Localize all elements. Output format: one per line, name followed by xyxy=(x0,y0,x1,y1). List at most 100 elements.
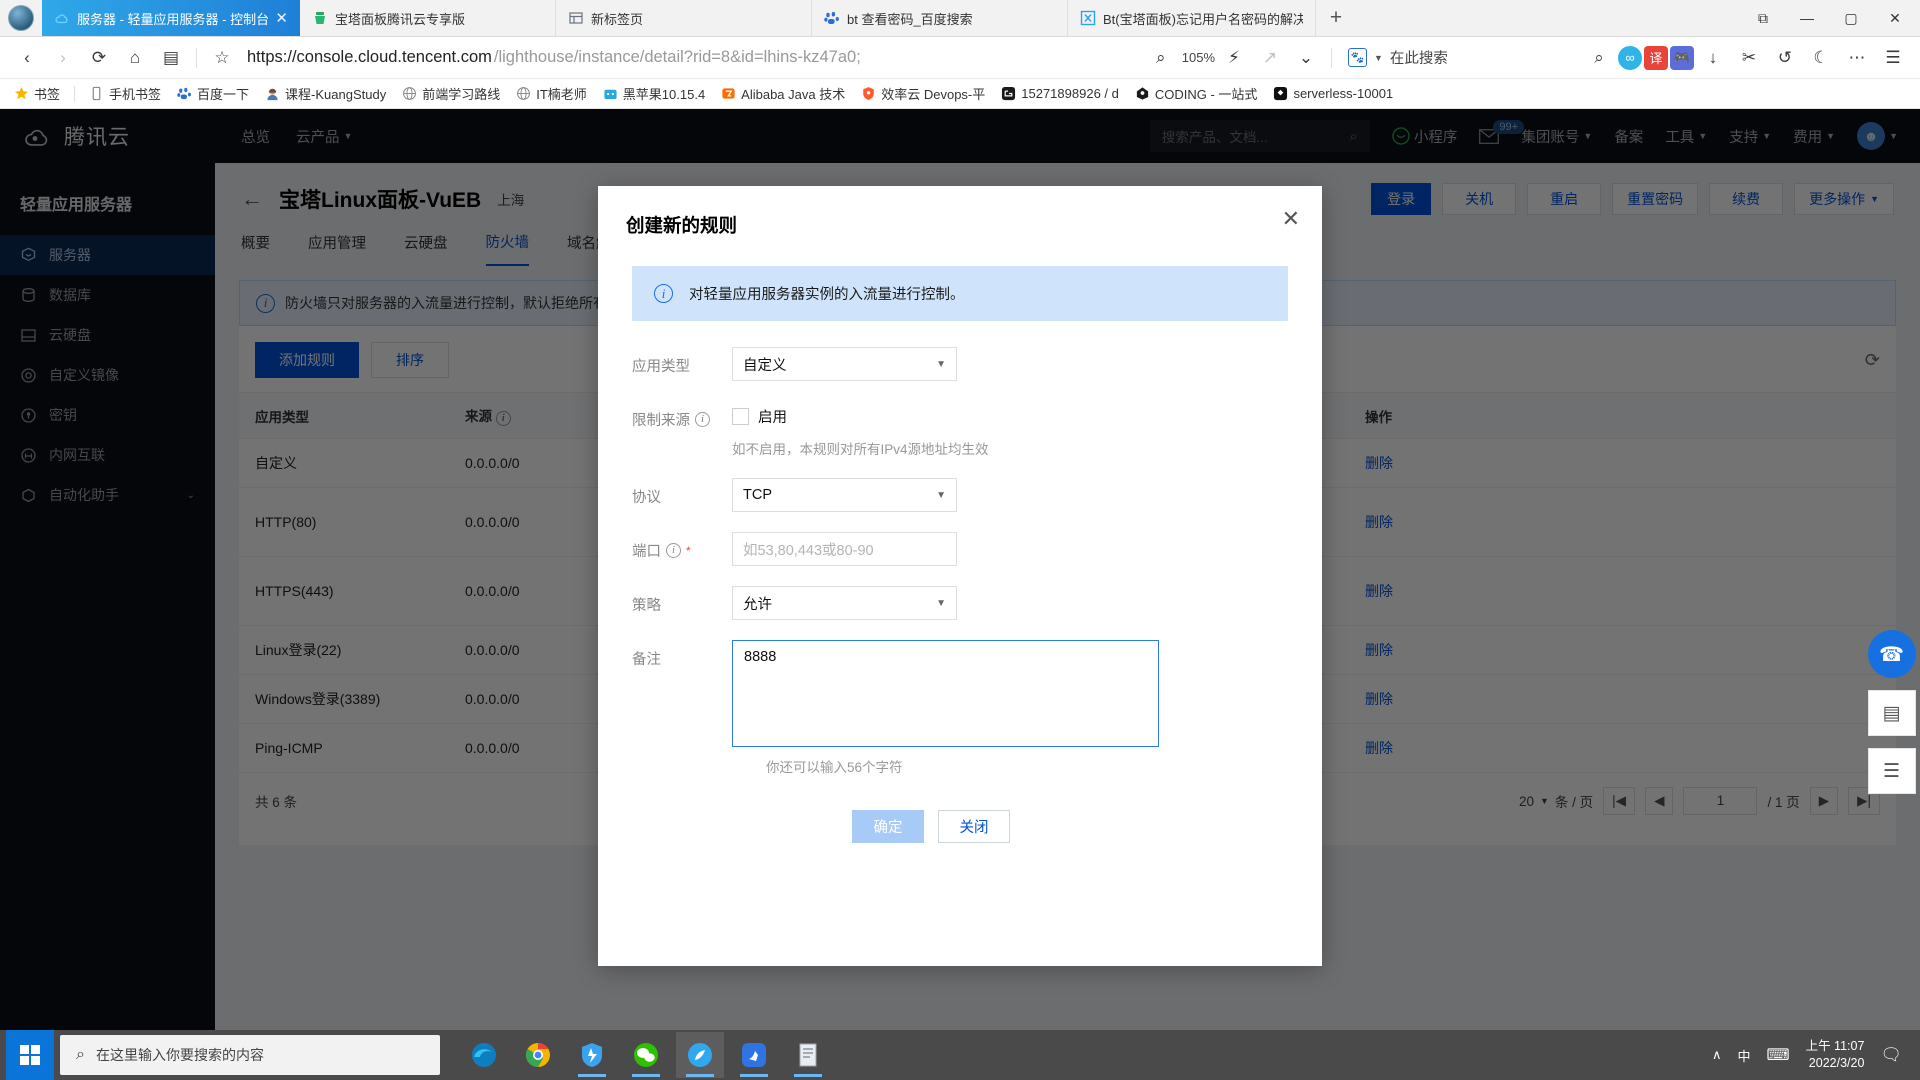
bookmark-star-icon[interactable]: ☆ xyxy=(205,41,239,75)
bookmark-item-5[interactable]: IT楠老师 xyxy=(510,82,593,105)
dark-mode-icon[interactable]: ☾ xyxy=(1804,41,1838,75)
headset-icon[interactable]: ☎ xyxy=(1868,630,1916,678)
taskbar-app-wechat[interactable] xyxy=(622,1032,670,1078)
browser-tab-3[interactable]: bt 查看密码_百度搜索 xyxy=(812,0,1068,36)
port-input[interactable]: 如53,80,443或80-90 xyxy=(732,532,957,566)
window-maximize-icon[interactable]: ▢ xyxy=(1830,1,1872,35)
taskbar-app-edge[interactable] xyxy=(460,1032,508,1078)
phone-icon xyxy=(89,86,104,101)
reading-list-icon[interactable]: ▤ xyxy=(154,41,188,75)
window-close-icon[interactable]: ✕ xyxy=(1874,1,1916,35)
window-restore-small-icon[interactable]: ⧉ xyxy=(1742,1,1784,35)
wechat-icon xyxy=(632,1041,660,1069)
taskbar-search[interactable]: ⌕ 在这里输入你要搜索的内容 xyxy=(60,1035,440,1075)
browser-tab-2[interactable]: 新标签页 xyxy=(556,0,812,36)
close-icon[interactable]: ✕ xyxy=(1282,208,1300,230)
bookmark-item-8[interactable]: 效率云 Devops-平 xyxy=(855,82,991,105)
browser-tab-0[interactable]: 服务器 - 轻量应用服务器 - 控制台 ✕ xyxy=(42,0,300,36)
zoom-icon[interactable]: ⌕ xyxy=(1144,41,1178,75)
chevron-down-icon: ▼ xyxy=(936,490,946,501)
chevron-down-icon[interactable]: ▼ xyxy=(1374,53,1383,63)
ime-indicator[interactable]: 中 xyxy=(1737,1046,1750,1065)
search-icon[interactable]: ⌕ xyxy=(1582,41,1616,75)
game-icon[interactable]: 🎮 xyxy=(1670,46,1694,70)
translate-icon[interactable]: 译 xyxy=(1644,46,1668,70)
back-icon[interactable]: ‹ xyxy=(10,41,44,75)
confirm-button[interactable]: 确定 xyxy=(852,810,924,843)
menu-icon[interactable]: ☰ xyxy=(1876,41,1910,75)
home-icon[interactable]: ⌂ xyxy=(118,41,152,75)
tools-icon[interactable]: ✂ xyxy=(1732,41,1766,75)
bookmark-item-9[interactable]: 15271898926 / d xyxy=(995,84,1125,103)
app-type-select[interactable]: 自定义 ▼ xyxy=(732,347,957,381)
chrome-icon xyxy=(524,1041,552,1069)
share-icon[interactable]: ↗ xyxy=(1253,41,1287,75)
bookmark-item-10[interactable]: CODING - 一站式 xyxy=(1129,82,1264,105)
keyboard-icon[interactable]: ⌨ xyxy=(1766,1045,1789,1065)
taskbar-app-chrome[interactable] xyxy=(514,1032,562,1078)
taskbar-search-placeholder: 在这里输入你要搜索的内容 xyxy=(96,1045,264,1065)
bookmark-label: Alibaba Java 技术 xyxy=(741,84,845,103)
bookmark-item-1[interactable]: 手机书签 xyxy=(83,82,167,105)
qq-browser-icon xyxy=(686,1041,714,1069)
enable-checkbox[interactable] xyxy=(732,408,749,425)
info-icon[interactable]: i xyxy=(695,412,710,427)
forward-icon[interactable]: › xyxy=(46,41,80,75)
info-icon[interactable]: i xyxy=(666,543,681,558)
search-input[interactable]: 在此搜索 xyxy=(1390,47,1448,68)
download-icon[interactable]: ↓ xyxy=(1696,41,1730,75)
clock[interactable]: 上午 11:07 2022/3/20 xyxy=(1806,1038,1865,1072)
address-bar[interactable]: https://console.cloud.tencent.com /light… xyxy=(241,41,1142,75)
history-icon[interactable]: ↺ xyxy=(1768,41,1802,75)
cancel-button[interactable]: 关闭 xyxy=(938,810,1010,843)
remark-textarea[interactable]: 8888 xyxy=(732,640,1159,747)
lightning-icon[interactable]: ⚡ xyxy=(1217,41,1251,75)
notifications-icon[interactable]: 🗨 xyxy=(1880,1045,1902,1065)
search-engine-box[interactable]: 🐾 ▼ 在此搜索 xyxy=(1340,41,1580,75)
bookmark-item-7[interactable]: Alibaba Java 技术 xyxy=(715,82,851,105)
taskbar-app-360[interactable] xyxy=(568,1032,616,1078)
bookmark-item-11[interactable]: serverless-10001 xyxy=(1267,84,1399,103)
bookmark-item-6[interactable]: 黑苹果10.15.4 xyxy=(597,82,711,105)
baidu-search-icon[interactable]: 🐾 xyxy=(1348,48,1367,67)
browser-tab-title: Bt(宝塔面板)忘记用户名密码的解决方 xyxy=(1103,9,1303,28)
globe-icon xyxy=(402,86,417,101)
globe-icon xyxy=(516,86,531,101)
bookmark-item-0[interactable]: 书签 xyxy=(8,82,66,105)
info-icon: i xyxy=(654,284,673,303)
browser-tab-1[interactable]: 宝塔面板腾讯云专享版 xyxy=(300,0,556,36)
protocol-label: 协议 xyxy=(632,478,732,507)
list-icon[interactable]: ☰ xyxy=(1868,748,1916,794)
bookmark-label: 百度一下 xyxy=(197,84,249,103)
taskbar-app-bird[interactable] xyxy=(730,1032,778,1078)
tab-close-icon[interactable]: ✕ xyxy=(275,11,288,26)
bird-icon xyxy=(740,1041,768,1069)
bookmark-item-3[interactable]: 课程-KuangStudy xyxy=(259,82,392,105)
limit-source-checkbox-row[interactable]: 启用 xyxy=(732,401,989,427)
zoom-level-label: 105% xyxy=(1182,50,1215,65)
tray-chevron-icon[interactable]: ∧ xyxy=(1712,1047,1722,1063)
bookmark-item-2[interactable]: 百度一下 xyxy=(171,82,255,105)
taskbar-app-notepad[interactable] xyxy=(784,1032,832,1078)
protocol-select[interactable]: TCP ▼ xyxy=(732,478,957,512)
window-controls: ⧉ — ▢ ✕ xyxy=(1742,0,1920,36)
reload-icon[interactable]: ⟳ xyxy=(82,41,116,75)
dialog-header: 创建新的规则 ✕ xyxy=(598,186,1322,238)
new-tab-grid-icon xyxy=(568,10,584,26)
avatar-icon xyxy=(265,86,280,101)
policy-select[interactable]: 允许 ▼ xyxy=(732,586,957,620)
book-icon[interactable]: ▤ xyxy=(1868,690,1916,736)
taskbar-app-qq-browser[interactable] xyxy=(676,1032,724,1078)
new-tab-button[interactable]: + xyxy=(1316,0,1356,36)
bookmark-label: 书签 xyxy=(34,84,60,103)
toolbar-divider-2 xyxy=(1331,48,1332,68)
collect-icon[interactable]: ∞ xyxy=(1618,46,1642,70)
port-placeholder: 如53,80,443或80-90 xyxy=(743,539,874,560)
window-minimize-icon[interactable]: — xyxy=(1786,1,1828,35)
chevron-down-icon[interactable]: ⌄ xyxy=(1289,41,1323,75)
start-button[interactable] xyxy=(6,1030,54,1080)
browser-tab-4[interactable]: Bt(宝塔面板)忘记用户名密码的解决方 xyxy=(1068,0,1316,36)
more-icon[interactable]: ⋯ xyxy=(1840,41,1874,75)
bookmark-item-4[interactable]: 前端学习路线 xyxy=(396,82,506,105)
enable-checkbox-label: 启用 xyxy=(758,406,787,427)
